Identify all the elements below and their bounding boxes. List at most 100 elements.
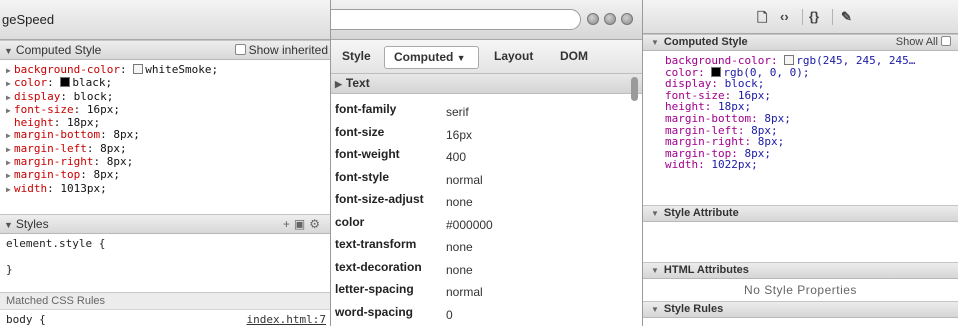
- text-section-label: Text: [345, 76, 370, 90]
- body-rule-source-link[interactable]: index.html:7: [247, 313, 326, 326]
- property-value: 8px;: [113, 128, 140, 142]
- expand-triangle-icon[interactable]: ▶: [6, 78, 14, 90]
- element-style-close: }: [6, 263, 13, 276]
- computed-property-row[interactable]: ▶ margin-left: 8px;: [6, 141, 330, 156]
- property-value: normal: [446, 172, 483, 187]
- property-value: 16px;: [86, 102, 120, 116]
- expand-triangle-icon[interactable]: ▶: [6, 170, 14, 182]
- property-key: text-transform: [335, 237, 417, 251]
- property-value: rgb(245, 245, 245…: [796, 54, 916, 67]
- tab-style[interactable]: Style: [342, 49, 371, 63]
- zoom-icon[interactable]: [604, 13, 616, 25]
- computed-property-row[interactable]: ▶ display: block;: [6, 89, 330, 104]
- computed-property-row[interactable]: width: 1022px;: [665, 159, 958, 171]
- property-separator: :: [86, 141, 101, 155]
- disclosure-triangle-icon: ▼: [651, 38, 659, 47]
- style-rules-label: Style Rules: [663, 303, 724, 315]
- property-row[interactable]: font-size-adjust none: [331, 192, 631, 214]
- color-swatch[interactable]: [711, 66, 722, 77]
- disclosure-triangle-icon: ▼: [651, 266, 659, 275]
- property-row[interactable]: font-weight 400: [331, 147, 631, 169]
- property-key: letter-spacing: [335, 282, 414, 296]
- braces-icon[interactable]: {}: [809, 9, 819, 24]
- property-row[interactable]: text-transform none: [331, 237, 631, 259]
- expand-triangle-icon[interactable]: ▶: [6, 130, 14, 142]
- show-all-toggle[interactable]: Show All: [896, 35, 954, 50]
- property-name: width: [14, 181, 48, 195]
- property-value: 16px: [446, 127, 473, 142]
- property-row[interactable]: word-spacing 0: [331, 305, 631, 326]
- tab-computed-label: Computed: [394, 50, 454, 64]
- style-attribute-section-header[interactable]: ▼ Style Attribute: [643, 205, 958, 222]
- property-row[interactable]: letter-spacing normal: [331, 282, 631, 304]
- expand-triangle-icon[interactable]: ▶: [6, 157, 14, 169]
- gear-icon[interactable]: ⚙: [309, 217, 324, 231]
- property-separator: :: [47, 76, 61, 90]
- property-value: none: [446, 195, 473, 209]
- property-row[interactable]: font-style normal: [331, 170, 631, 192]
- toolbar-divider: [832, 9, 833, 25]
- expand-triangle-icon[interactable]: ▶: [6, 184, 14, 196]
- show-inherited-toggle[interactable]: Show inherited: [234, 41, 328, 59]
- property-row[interactable]: font-family serif: [331, 102, 631, 124]
- property-value: whiteSmoke;: [145, 63, 219, 76]
- minimize-icon[interactable]: [587, 13, 599, 25]
- show-inherited-checkbox[interactable]: [234, 44, 246, 55]
- left-panel-title: geSpeed: [0, 0, 330, 40]
- computed-property-row[interactable]: ▶ margin-bottom: 8px;: [6, 129, 330, 142]
- color-swatch[interactable]: [60, 77, 71, 88]
- styles-section-header[interactable]: ▼ Styles +▣⚙: [0, 214, 330, 234]
- styles-label: Styles: [15, 217, 49, 231]
- property-separator: :: [53, 116, 67, 130]
- property-row[interactable]: font-size 16px: [331, 125, 631, 147]
- ruler-icon[interactable]: ✎: [841, 9, 852, 25]
- property-key: word-spacing: [335, 304, 414, 319]
- computed-property-row[interactable]: ▶ width: 1013px;: [6, 181, 330, 196]
- computed-property-row[interactable]: ▶ background-color: whiteSmoke;: [6, 63, 330, 77]
- property-row[interactable]: color #000000: [331, 215, 631, 237]
- show-all-checkbox[interactable]: [941, 36, 951, 46]
- property-key: font-size-adjust: [335, 192, 424, 206]
- property-separator: :: [93, 155, 107, 169]
- toolbar-divider: [802, 9, 803, 25]
- computed-property-row[interactable]: ▶ margin-top: 8px;: [6, 169, 330, 182]
- expand-triangle-icon[interactable]: ▶: [6, 92, 14, 104]
- property-key: font-family: [335, 102, 397, 116]
- scrollbar-thumb[interactable]: [631, 77, 638, 101]
- element-style-rule[interactable]: element.style { }: [0, 234, 330, 292]
- toggle-state-icon[interactable]: ▣: [294, 217, 309, 231]
- computed-property-row[interactable]: ▶ margin-right: 8px;: [6, 155, 330, 169]
- computed-properties-table: ▶ Text font-family serif font-size 16px font-…: [331, 74, 642, 326]
- property-separator: :: [47, 181, 61, 195]
- body-rule-selector: body {: [6, 313, 46, 326]
- color-swatch[interactable]: [133, 64, 144, 74]
- expand-triangle-icon[interactable]: ▶: [6, 65, 14, 77]
- computed-property-row[interactable]: ▶ color: black;: [6, 77, 330, 90]
- property-row[interactable]: text-decoration none: [331, 260, 631, 282]
- tab-layout[interactable]: Layout: [494, 49, 533, 63]
- property-name: font-size: [14, 102, 74, 116]
- computed-style-section-header[interactable]: ▼ Computed Style Show inherited: [0, 40, 330, 60]
- computed-style-section-header[interactable]: ▼ Computed Style Show All: [643, 34, 958, 51]
- document-icon[interactable]: 🗋: [757, 9, 767, 31]
- body-rule[interactable]: body { index.html:7: [0, 310, 330, 326]
- text-section-header[interactable]: ▶ Text: [331, 74, 642, 94]
- code-tags-icon[interactable]: ‹›: [780, 9, 789, 24]
- property-name: display: [14, 89, 61, 103]
- property-separator: :: [80, 168, 94, 182]
- search-field[interactable]: [331, 9, 581, 30]
- computed-property-row[interactable]: ▶ font-size: 16px;: [6, 102, 330, 117]
- color-swatch[interactable]: [784, 55, 795, 65]
- html-attributes-section-header[interactable]: ▼ HTML Attributes: [643, 262, 958, 279]
- add-rule-icon[interactable]: +: [283, 217, 294, 231]
- expand-triangle-icon[interactable]: ▶: [6, 144, 14, 156]
- expand-triangle-icon[interactable]: ▶: [6, 105, 14, 117]
- property-value: 8px;: [106, 155, 134, 169]
- property-value: black;: [72, 76, 113, 90]
- tab-dom[interactable]: DOM: [560, 49, 588, 63]
- show-all-label: Show All: [895, 36, 938, 48]
- style-rules-section-header[interactable]: ▼ Style Rules: [643, 301, 958, 318]
- style-attribute-body: [643, 222, 958, 262]
- close-icon[interactable]: [621, 13, 633, 25]
- tab-computed[interactable]: Computed ▼: [384, 46, 479, 69]
